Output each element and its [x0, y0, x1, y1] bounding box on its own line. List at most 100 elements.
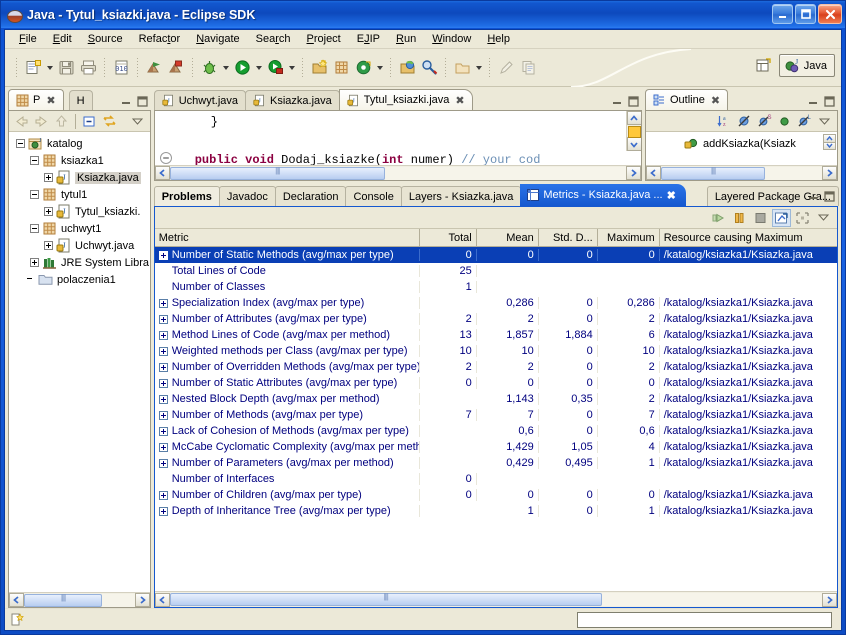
- column-header-total[interactable]: Total: [420, 229, 477, 246]
- menu-help[interactable]: Help: [479, 32, 518, 46]
- status-field[interactable]: [577, 611, 832, 628]
- collapse-all-icon[interactable]: [80, 112, 99, 130]
- tab-problems[interactable]: Problems: [153, 186, 220, 206]
- new-java-project-icon[interactable]: [308, 57, 330, 79]
- expander-minus-icon[interactable]: [30, 190, 39, 199]
- menu-navigate[interactable]: Navigate: [188, 32, 247, 46]
- column-header-mean[interactable]: Mean: [477, 229, 539, 246]
- scroll-left-button[interactable]: [9, 593, 24, 607]
- menu-source[interactable]: Source: [80, 32, 131, 46]
- run-coverage-dropdown[interactable]: [286, 57, 297, 79]
- view-menu-icon[interactable]: [814, 209, 833, 227]
- expander-plus-icon[interactable]: [158, 442, 168, 452]
- table-row[interactable]: Lack of Cohesion of Methods (avg/max per…: [155, 423, 837, 439]
- scroll-left-button[interactable]: [646, 166, 661, 180]
- tree-item[interactable]: J Uchwyt.java: [12, 237, 150, 254]
- close-icon[interactable]: ✖: [46, 94, 55, 107]
- table-row[interactable]: Number of Parameters (avg/max per method…: [155, 455, 837, 471]
- expander-minus-icon[interactable]: [30, 224, 39, 233]
- outline-spinner[interactable]: [823, 134, 836, 150]
- tab-package-explorer[interactable]: P ✖: [8, 89, 64, 110]
- table-rows[interactable]: Number of Static Methods (avg/max per ty…: [154, 247, 837, 591]
- tab-layers-ksiazka-java[interactable]: Layers - Ksiazka.java: [400, 186, 522, 206]
- expander-plus-icon[interactable]: [158, 314, 168, 324]
- build-project-icon[interactable]: [165, 57, 187, 79]
- hscroll-track[interactable]: [601, 593, 822, 606]
- table-row[interactable]: Number of Children (avg/max per type) 0 0 0…: [155, 487, 837, 503]
- column-header-maximum[interactable]: Maximum: [598, 229, 660, 246]
- scroll-up-button[interactable]: [626, 111, 641, 125]
- close-icon[interactable]: ✖: [455, 94, 464, 107]
- expander-plus-icon[interactable]: [44, 207, 53, 216]
- hide-local-types-icon[interactable]: L: [795, 112, 814, 130]
- table-row[interactable]: Number of Interfaces 0: [155, 471, 837, 487]
- editor-hscroll[interactable]: [154, 165, 641, 180]
- link-with-editor-icon[interactable]: [100, 112, 119, 130]
- table-row[interactable]: Number of Attributes (avg/max per type) 2…: [155, 311, 837, 327]
- expander-plus-icon[interactable]: [44, 241, 53, 250]
- run-metrics-icon[interactable]: [709, 209, 728, 227]
- expander-plus-icon[interactable]: [158, 346, 168, 356]
- new-wizard-icon[interactable]: [22, 57, 44, 79]
- maximize-button[interactable]: [795, 4, 816, 24]
- table-row[interactable]: Depth of Inheritance Tree (avg/max per t…: [155, 503, 837, 519]
- expander-minus-icon[interactable]: [30, 156, 39, 165]
- outline-hscroll[interactable]: [646, 165, 837, 180]
- outline-tree[interactable]: addKsiazka(Ksiazk: [646, 132, 837, 165]
- tree-item-selected[interactable]: J Ksiazka.java: [12, 169, 150, 186]
- table-row[interactable]: Number of Classes 1: [155, 279, 837, 295]
- tree-item[interactable]: J Tytul_ksiazki.: [12, 203, 150, 220]
- table-row[interactable]: Total Lines of Code 25: [155, 263, 837, 279]
- tab-console[interactable]: Console: [345, 186, 402, 206]
- maximize-editor-icon[interactable]: [627, 95, 640, 107]
- search-icon[interactable]: [418, 57, 440, 79]
- expander-plus-icon[interactable]: [158, 378, 168, 388]
- expander-plus-icon[interactable]: [158, 362, 168, 372]
- pause-metrics-icon[interactable]: [730, 209, 749, 227]
- new-class-dropdown[interactable]: [374, 57, 385, 79]
- tree-item[interactable]: JRE System Libra: [12, 254, 150, 271]
- export-icon[interactable]: [772, 208, 791, 227]
- toggle-markoccurrences-icon[interactable]: 010: [110, 57, 132, 79]
- tab-outline[interactable]: Outline ✖: [645, 89, 729, 110]
- outline-item[interactable]: addKsiazka(Ksiazk: [646, 135, 837, 152]
- tab-ksiazka-java[interactable]: J Ksiazka.java: [245, 90, 340, 110]
- scroll-right-button[interactable]: [134, 593, 150, 607]
- tab-metrics-ksiazka-java[interactable]: Metrics - Ksiazka.java ... ✖: [520, 184, 686, 206]
- table-row[interactable]: McCabe Cyclomatic Complexity (avg/max pe…: [155, 439, 837, 455]
- hscroll-thumb[interactable]: [24, 593, 102, 607]
- menu-refactor[interactable]: Refactor: [131, 32, 189, 46]
- menu-file[interactable]: File: [11, 32, 45, 46]
- sort-icon[interactable]: az: [715, 112, 734, 130]
- dependency-graph-icon[interactable]: [793, 209, 812, 227]
- new-class-icon[interactable]: [352, 57, 374, 79]
- scroll-left-button[interactable]: [154, 592, 170, 607]
- tree-item[interactable]: tytul1: [12, 186, 150, 203]
- back-icon[interactable]: [12, 112, 31, 130]
- tab-tytul-ksiazki-java[interactable]: J Tytul_ksiazki.java ✖: [338, 89, 473, 110]
- close-icon[interactable]: ✖: [711, 94, 720, 107]
- table-row[interactable]: Method Lines of Code (avg/max per method…: [155, 327, 837, 343]
- tree-item[interactable]: ksiazka1: [12, 152, 150, 169]
- hide-nonpublic-icon[interactable]: [775, 112, 794, 130]
- minimize-view-icon[interactable]: [120, 95, 133, 107]
- expander-plus-icon[interactable]: [44, 173, 53, 182]
- stop-metrics-icon[interactable]: [751, 209, 770, 227]
- expander-plus-icon[interactable]: [158, 458, 168, 468]
- forward-icon[interactable]: [32, 112, 51, 130]
- hscroll-thumb[interactable]: [169, 166, 385, 180]
- save-icon[interactable]: [55, 57, 77, 79]
- view-menu-icon[interactable]: [128, 112, 147, 130]
- new-wizard-dropdown[interactable]: [44, 57, 55, 79]
- table-row[interactable]: Specialization Index (avg/max per type) 0…: [155, 295, 837, 311]
- maximize-view-icon[interactable]: [823, 190, 836, 202]
- menu-window[interactable]: Window: [424, 32, 479, 46]
- close-icon[interactable]: ✖: [667, 189, 676, 202]
- table-row[interactable]: Number of Static Methods (avg/max per ty…: [154, 247, 837, 263]
- run-dropdown[interactable]: [253, 57, 264, 79]
- hscroll-thumb[interactable]: [661, 166, 765, 180]
- table-row[interactable]: Number of Methods (avg/max per type) 7 7 0 7…: [155, 407, 837, 423]
- column-header-std[interactable]: Std. D...: [539, 229, 598, 246]
- editor-body[interactable]: } public void Dodaj_ksiazke(int numer) /…: [153, 110, 642, 181]
- debug-icon[interactable]: [198, 57, 220, 79]
